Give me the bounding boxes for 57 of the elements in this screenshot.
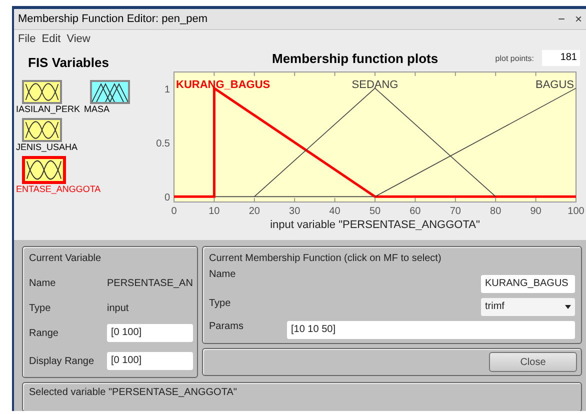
field-label: Name xyxy=(29,278,57,289)
axis-tick-label: 60 xyxy=(410,206,421,217)
field-label: Type xyxy=(29,303,52,314)
type-dropdown[interactable]: trimf xyxy=(481,298,575,316)
membership-curve[interactable] xyxy=(254,88,496,197)
panel-title: Current Membership Function (click on MF to select) xyxy=(209,253,442,264)
variable-label: JENIS_USAHA xyxy=(16,142,78,152)
variable-icon[interactable] xyxy=(22,118,62,142)
axis-tick-label: 50 xyxy=(369,206,381,217)
axis-tick-label: 30 xyxy=(289,206,300,217)
field-label: Type xyxy=(209,298,232,311)
variable-name: PERSENTASE_AN xyxy=(107,278,193,289)
axis-tick-label: 0 xyxy=(171,206,177,217)
plot-title: Membership function plots xyxy=(272,50,438,66)
variable-type: input xyxy=(107,303,130,314)
axis-tick-label: 0 xyxy=(164,192,170,204)
axis-tick-label: 100 xyxy=(568,206,584,217)
curve-label: BAGUS xyxy=(535,79,574,91)
plot-points-label: plot points: xyxy=(495,54,534,62)
variable-icon[interactable] xyxy=(90,80,130,104)
menu-item[interactable]: Edit xyxy=(42,33,61,45)
membership-curve[interactable] xyxy=(374,88,576,197)
variable-label: IASILAN_PERK xyxy=(16,104,80,114)
axis-tick-label: 70 xyxy=(450,206,461,217)
status-text: Selected variable "PERSENTASE_ANGGOTA" xyxy=(29,387,237,398)
close-button[interactable]: Close xyxy=(489,352,577,372)
field-label: Display Range xyxy=(29,356,96,369)
menu-item[interactable]: File xyxy=(18,33,36,45)
curve-label: SEDANG xyxy=(352,79,398,91)
minimize-button[interactable]: − xyxy=(558,12,565,26)
field-label: Params xyxy=(209,321,244,334)
plot-points-field[interactable]: 181 xyxy=(542,50,580,66)
menu-item[interactable]: View xyxy=(66,33,90,45)
axis-label: input variable "PERSENTASE_ANGGOTA" xyxy=(270,219,480,230)
variable-icon[interactable] xyxy=(22,80,62,104)
display-range-field[interactable]: [0 100] xyxy=(107,352,193,370)
field-label: Name xyxy=(209,269,237,282)
field-label: Range xyxy=(29,328,60,341)
variable-label: MASA xyxy=(84,104,110,114)
axis-tick-label: 1 xyxy=(164,84,170,96)
variable-label: ENTASE_ANGGOTA xyxy=(16,184,101,194)
panel-title: FIS Variables xyxy=(28,55,109,70)
axis-tick-label: 10 xyxy=(208,206,220,217)
axis-tick-label: 0.5 xyxy=(156,138,170,150)
axis-tick-label: 20 xyxy=(248,206,260,217)
curve-label: KURANG_BAGUS xyxy=(176,79,270,91)
panel-title: Current Variable xyxy=(29,253,102,264)
caret-icon xyxy=(565,305,571,309)
axis-tick-label: 40 xyxy=(329,206,340,217)
axis-tick-label: 90 xyxy=(530,206,542,217)
window-title: Membership Function Editor: pen_pem xyxy=(18,13,208,25)
variable-icon[interactable] xyxy=(22,156,66,184)
close-button[interactable]: × xyxy=(574,12,582,26)
params-field[interactable]: [10 10 50] xyxy=(287,321,575,339)
axis-tick-label: 80 xyxy=(490,206,502,217)
range-field[interactable]: [0 100] xyxy=(107,324,193,342)
name-field[interactable]: KURANG_BAGUS xyxy=(481,275,575,293)
